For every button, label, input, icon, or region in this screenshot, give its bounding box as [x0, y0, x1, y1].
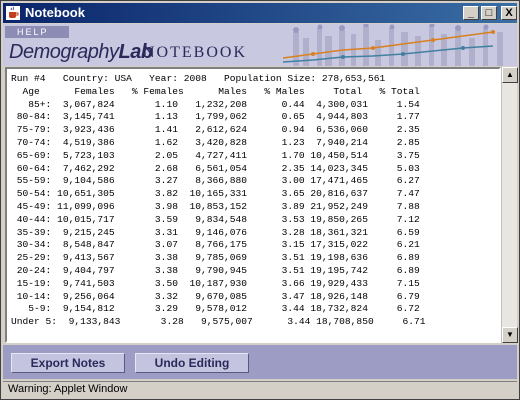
- scroll-up-button[interactable]: ▲: [502, 67, 518, 83]
- status-bar: Warning: Applet Window: [3, 381, 517, 397]
- scroll-down-button[interactable]: ▼: [502, 327, 518, 343]
- logo-main-text: Demography: [9, 41, 119, 63]
- minimize-button[interactable]: _: [463, 6, 479, 20]
- action-panel: Export Notes Undo Editing: [3, 345, 517, 379]
- applet-window: Notebook _ □ X HELP DemographyLab NOTEBO…: [0, 0, 520, 400]
- title-bar[interactable]: Notebook _ □ X: [3, 3, 517, 23]
- vertical-scrollbar[interactable]: ▲ ▼: [501, 67, 518, 343]
- decorative-bars-icon: [59, 27, 69, 35]
- window-title: Notebook: [25, 5, 85, 20]
- population-chart-banner-icon: [282, 24, 503, 66]
- maximize-button[interactable]: □: [481, 6, 497, 20]
- notes-content[interactable]: Run #4 Country: USA Year: 2008 Populatio…: [11, 73, 426, 341]
- export-notes-button[interactable]: Export Notes: [11, 353, 125, 373]
- notes-text-area[interactable]: Run #4 Country: USA Year: 2008 Populatio…: [5, 67, 501, 343]
- logo-subtitle: NOTEBOOK: [143, 44, 247, 61]
- app-logo: DemographyLab: [9, 41, 153, 64]
- app-header: HELP DemographyLab NOTEBOOK: [3, 24, 517, 66]
- undo-editing-button[interactable]: Undo Editing: [135, 353, 249, 373]
- java-cup-icon: [6, 6, 20, 20]
- close-button[interactable]: X: [501, 6, 517, 20]
